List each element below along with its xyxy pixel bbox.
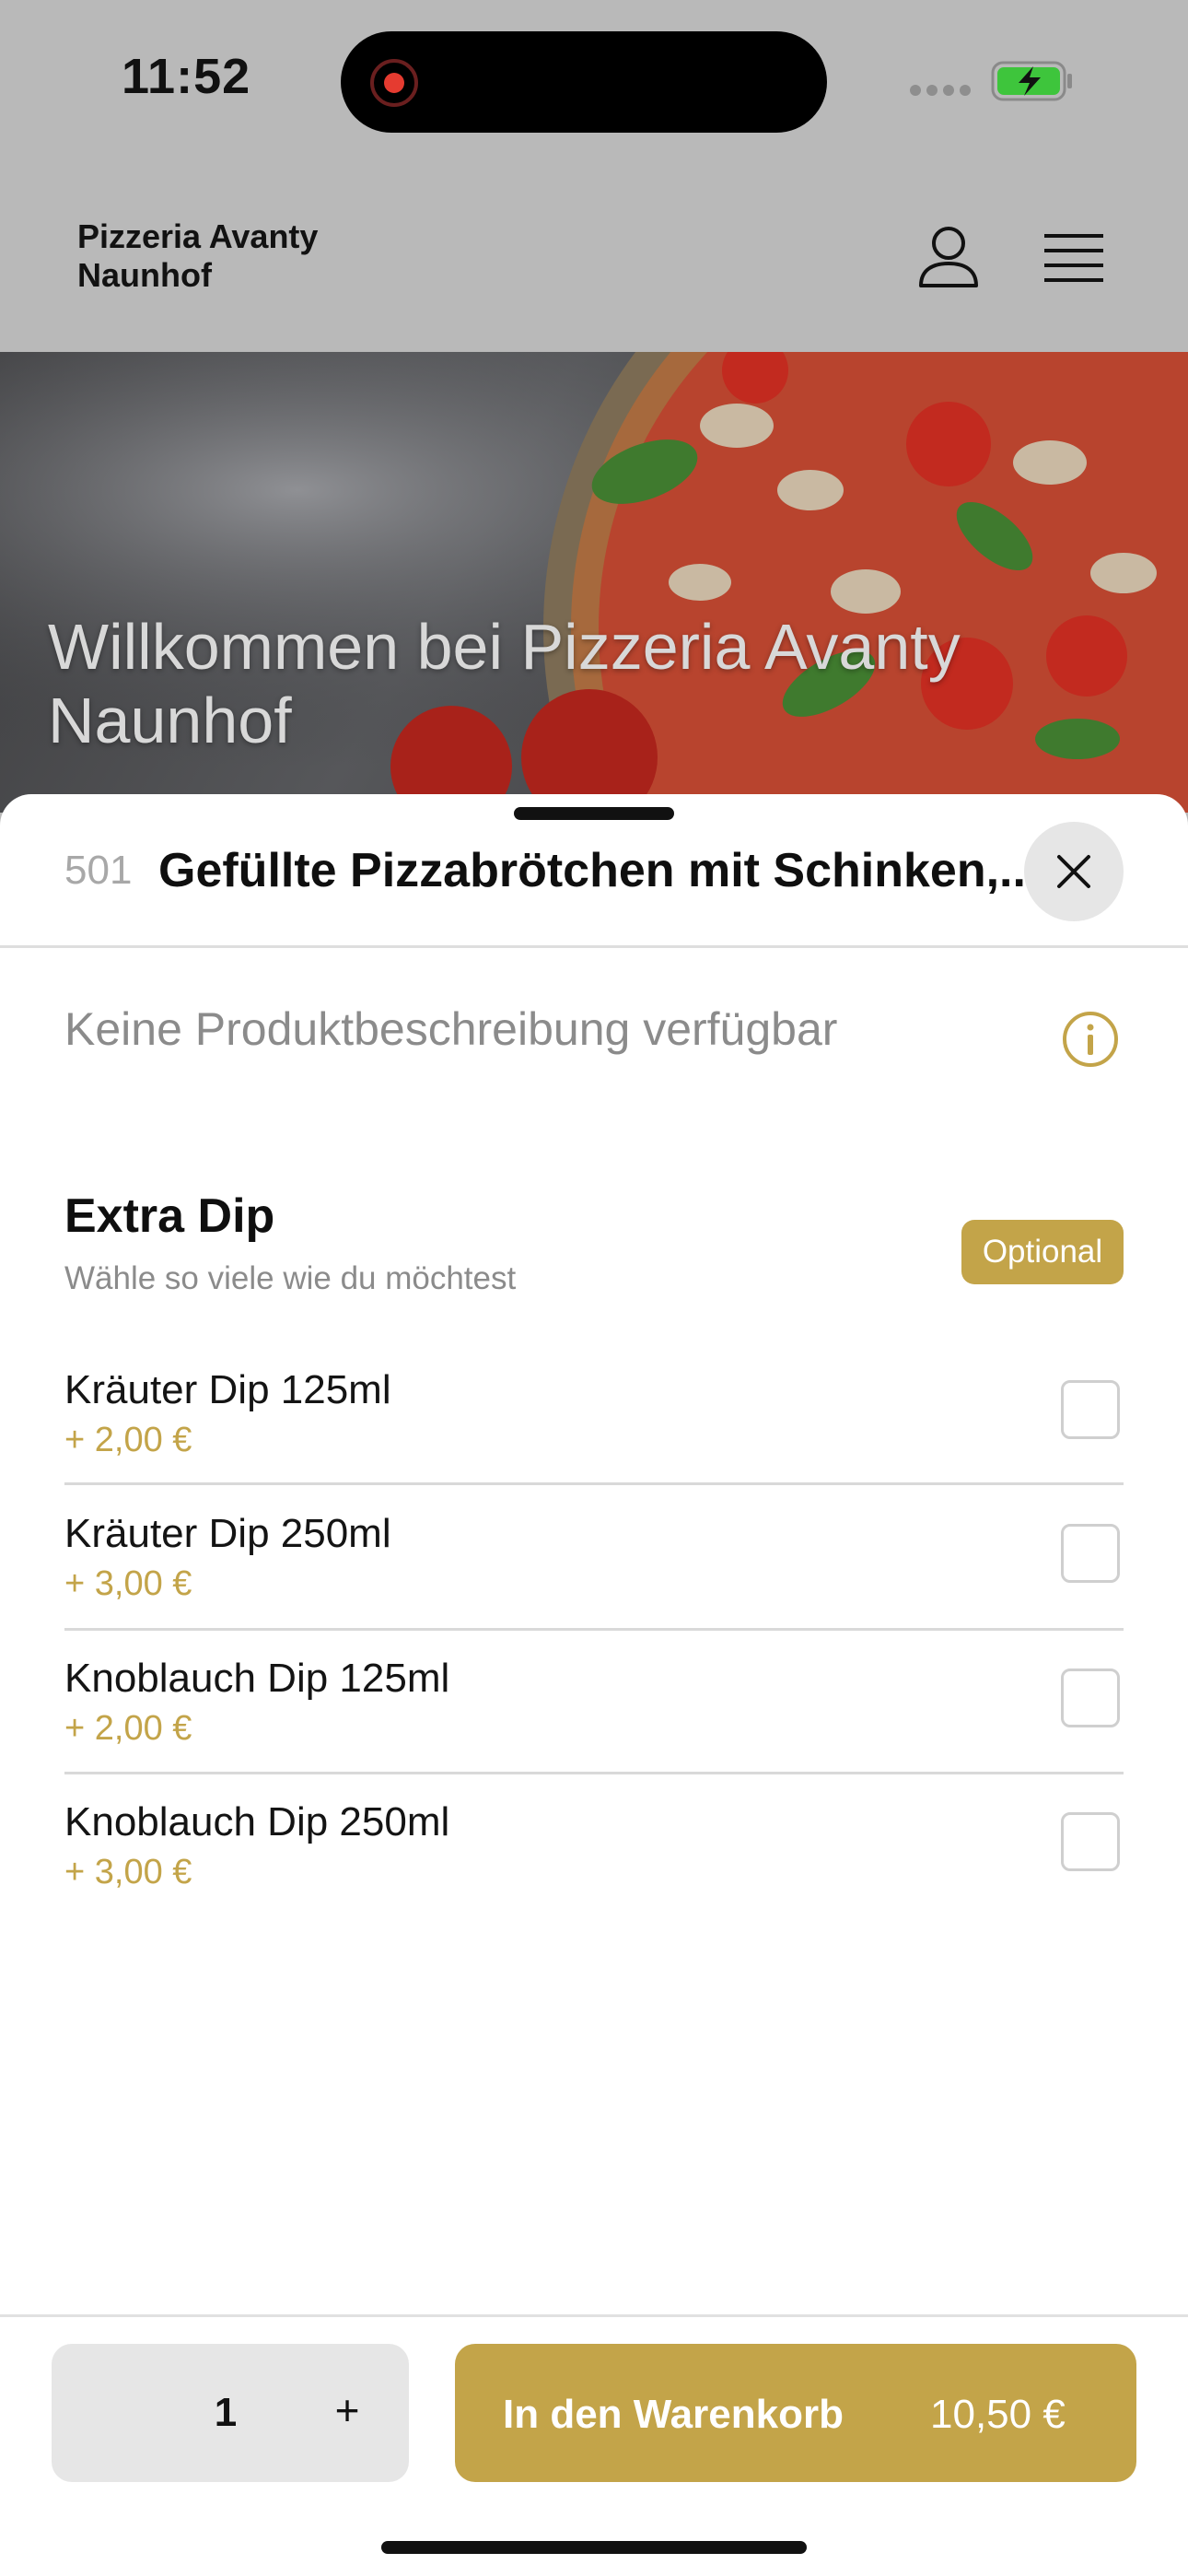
option-item[interactable]: Kräuter Dip 125ml + 2,00 €	[64, 1367, 1124, 1511]
status-time: 11:52	[122, 49, 251, 104]
hero-title: Willkommen bei Pizzeria Avanty Naunhof	[48, 611, 961, 756]
option-divider	[64, 1772, 1124, 1774]
optional-badge: Optional	[961, 1220, 1124, 1284]
option-price: + 2,00 €	[64, 1421, 192, 1459]
signal-icon	[910, 85, 973, 98]
header-divider	[0, 945, 1188, 948]
product-description: Keine Produktbeschreibung verfügbar	[64, 1003, 838, 1055]
restaurant-name[interactable]: Pizzeria Avanty Naunhof	[77, 217, 409, 295]
info-icon[interactable]	[1061, 1010, 1120, 1069]
option-checkbox[interactable]	[1061, 1812, 1120, 1871]
footer-divider	[0, 2314, 1188, 2317]
quantity-value: 1	[214, 2390, 238, 2435]
option-name: Kräuter Dip 125ml	[64, 1367, 391, 1412]
option-name: Kräuter Dip 250ml	[64, 1511, 391, 1556]
option-price: + 3,00 €	[64, 1564, 192, 1603]
option-price: + 3,00 €	[64, 1853, 192, 1891]
product-title: Gefüllte Pizzabrötchen mit Schinken,...	[158, 844, 1040, 897]
option-name: Knoblauch Dip 250ml	[64, 1799, 450, 1844]
quantity-plus-button[interactable]: +	[324, 2383, 370, 2438]
option-group-subtitle: Wähle so viele wie du möchtest	[64, 1260, 517, 1296]
option-divider	[64, 1482, 1124, 1485]
product-number: 501	[64, 848, 133, 893]
option-checkbox[interactable]	[1061, 1380, 1120, 1439]
option-name: Knoblauch Dip 125ml	[64, 1656, 450, 1701]
profile-icon[interactable]	[917, 225, 980, 291]
add-to-cart-label: In den Warenkorb	[503, 2392, 844, 2437]
option-divider	[64, 1628, 1124, 1631]
option-item[interactable]: Knoblauch Dip 250ml + 3,00 €	[64, 1799, 1124, 1943]
option-item[interactable]: Knoblauch Dip 125ml + 2,00 €	[64, 1656, 1124, 1799]
recording-icon	[370, 59, 418, 107]
option-price: + 2,00 €	[64, 1709, 192, 1748]
menu-icon[interactable]	[1042, 232, 1105, 284]
option-checkbox[interactable]	[1061, 1524, 1120, 1583]
option-group-title: Extra Dip	[64, 1189, 275, 1243]
battery-charging-icon	[991, 61, 1072, 101]
close-icon	[1057, 855, 1090, 888]
option-checkbox[interactable]	[1061, 1669, 1120, 1727]
sheet-grabber[interactable]	[514, 807, 674, 820]
close-button[interactable]	[1024, 822, 1124, 921]
add-to-cart-price: 10,50 €	[930, 2392, 1066, 2437]
option-item[interactable]: Kräuter Dip 250ml + 3,00 €	[64, 1511, 1124, 1655]
home-indicator[interactable]	[381, 2541, 807, 2554]
